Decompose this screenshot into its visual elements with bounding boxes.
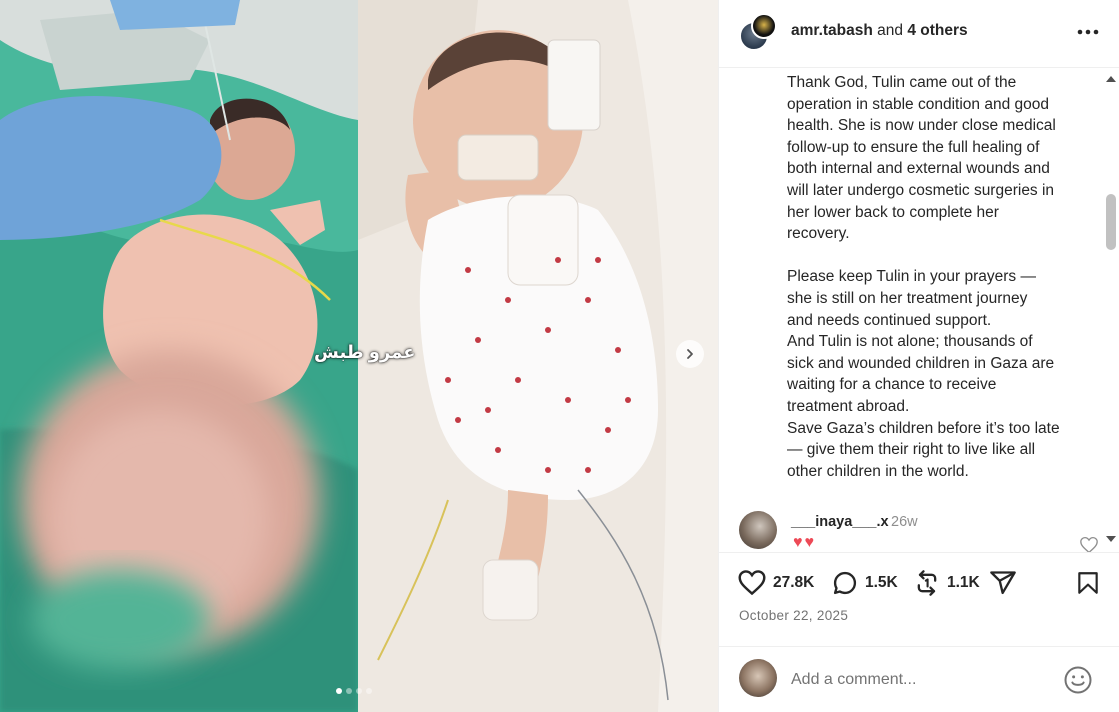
author-connector: and [872, 22, 908, 39]
comment-item: ___inaya___.x 26w ♥♥ [739, 510, 1099, 552]
comment-button[interactable]: 1.5K [831, 569, 898, 597]
author-line: amr.tabash and 4 others [791, 22, 968, 40]
comments-count: 1.5K [865, 574, 898, 591]
save-button[interactable] [1075, 569, 1101, 597]
comment-like-button[interactable] [1079, 536, 1099, 552]
comment-icon [833, 571, 857, 595]
more-options-button[interactable] [1075, 20, 1101, 44]
scroll-up-icon[interactable] [1105, 74, 1117, 84]
heart-icon [738, 570, 766, 596]
caption-paragraph: Thank God, Tulin came out of the operati… [787, 74, 1056, 243]
repost-icon [917, 570, 937, 596]
comment-input[interactable] [791, 669, 1051, 691]
more-options-icon [1077, 29, 1099, 35]
surgery-photo [0, 0, 358, 712]
comment-username[interactable]: ___inaya___.x [791, 514, 889, 530]
share-button[interactable] [989, 569, 1017, 597]
author-avatars[interactable] [739, 13, 777, 51]
scrollbar[interactable] [1102, 68, 1119, 552]
watermark-text: عمرو طبش [314, 342, 416, 362]
avatar[interactable] [739, 511, 777, 549]
post-header: amr.tabash and 4 others [719, 0, 1119, 68]
carousel-dots [336, 688, 372, 694]
likes-count: 27.8K [773, 573, 815, 591]
emoji-button[interactable] [1063, 665, 1093, 700]
bookmark-icon [1078, 572, 1098, 594]
heart-icon [1080, 536, 1098, 552]
add-comment-bar [719, 646, 1119, 712]
avatar [739, 659, 777, 697]
carousel-next-button[interactable] [676, 340, 704, 368]
share-icon [990, 571, 1016, 595]
scrollbar-thumb[interactable] [1106, 194, 1116, 250]
carousel-dot[interactable] [356, 688, 362, 694]
avatar [751, 13, 777, 39]
caption-paragraph: Please keep Tulin in your prayers — she … [787, 268, 1060, 480]
like-button[interactable]: 27.8K [737, 569, 814, 596]
comment-time[interactable]: 26w [891, 514, 918, 530]
comment-text: ♥♥ [793, 534, 816, 551]
post-date[interactable]: October 22, 2025 [739, 608, 848, 623]
carousel-dot[interactable] [336, 688, 342, 694]
post-actions: 27.8K 1.5K 1.1K [719, 552, 1119, 612]
collaborators-link[interactable]: 4 others [907, 22, 967, 39]
post-details-panel: amr.tabash and 4 others Thank God, Tulin… [718, 0, 1119, 712]
post-media[interactable]: عمرو طبش [0, 0, 718, 712]
emoji-icon [1064, 666, 1092, 694]
repost-button[interactable]: 1.1K [913, 569, 980, 597]
scroll-down-icon[interactable] [1105, 534, 1117, 544]
author-username[interactable]: amr.tabash [791, 22, 873, 39]
chevron-right-icon [687, 349, 693, 359]
post-caption: Thank God, Tulin came out of the operati… [787, 72, 1087, 482]
media-photo-left [0, 0, 358, 712]
reposts-count: 1.1K [947, 574, 980, 591]
comments-scroll-area[interactable]: Thank God, Tulin came out of the operati… [719, 68, 1119, 552]
carousel-dot[interactable] [346, 688, 352, 694]
carousel-dot[interactable] [366, 688, 372, 694]
